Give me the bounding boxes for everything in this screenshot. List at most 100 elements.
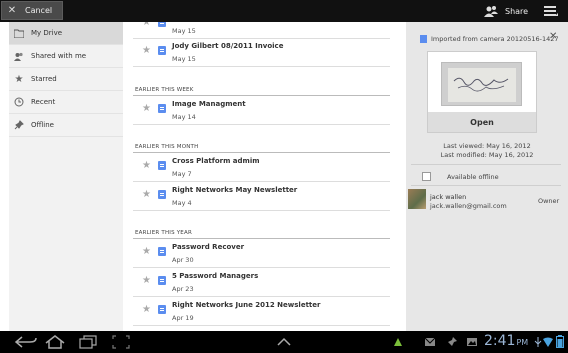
usb-icon — [534, 337, 542, 347]
file-title: Cross Platform admim — [172, 157, 260, 165]
action-bar: ✕ Cancel Share — [0, 0, 568, 22]
document-icon — [420, 35, 427, 43]
user-name: jack wallen — [430, 193, 467, 201]
star-icon[interactable]: ★ — [142, 22, 151, 28]
document-icon — [158, 46, 166, 55]
share-button[interactable]: Share — [484, 3, 528, 19]
list-item[interactable]: ★ Cross Platform admim May 7 — [133, 153, 390, 182]
file-date: May 14 — [172, 113, 196, 121]
list-item[interactable]: ★ Image Managment May 14 — [133, 96, 390, 125]
available-offline-toggle[interactable]: Available offline — [422, 172, 499, 181]
list-item[interactable]: ★ Right Networks June 2012 Newsletter Ap… — [133, 297, 390, 326]
chevron-up-icon[interactable] — [276, 337, 292, 347]
sidebar-item-label: Offline — [31, 121, 54, 129]
battery-icon — [556, 335, 564, 348]
list-item[interactable]: ★ 5 Password Managers Apr 23 — [133, 268, 390, 297]
star-icon[interactable]: ★ — [142, 46, 151, 56]
overflow-menu-icon[interactable] — [543, 3, 559, 19]
star-icon[interactable]: ★ — [142, 276, 151, 286]
avatar — [408, 189, 426, 209]
folder-icon — [14, 28, 24, 38]
thumbnail-image — [441, 62, 522, 106]
user-email: jack.wallen@gmail.com — [430, 202, 507, 210]
file-list: ★ May 15 ★ Jody Gilbert 08/2011 Invoice … — [133, 22, 390, 331]
file-date: May 15 — [172, 55, 196, 63]
clock: 2:41PM — [484, 333, 529, 349]
document-icon — [158, 22, 166, 27]
list-item[interactable]: ★ Right Networks May Newsletter May 4 — [133, 182, 390, 211]
cancel-button[interactable]: ✕ Cancel — [1, 1, 63, 20]
file-date: May 4 — [172, 199, 192, 207]
list-item[interactable]: ★ Password Recover Apr 30 — [133, 239, 390, 268]
sidebar-item-recent[interactable]: Recent — [9, 91, 123, 114]
notification-icon — [394, 338, 402, 346]
star-icon[interactable]: ★ — [142, 190, 151, 200]
sharing-user-row[interactable]: jack wallen jack.wallen@gmail.com Owner — [406, 187, 568, 213]
recent-apps-icon[interactable] — [78, 335, 98, 349]
file-date: Apr 30 — [172, 256, 194, 264]
share-label: Share — [505, 6, 529, 16]
star-icon: ★ — [14, 73, 24, 85]
offline-label: Available offline — [447, 172, 499, 181]
section-header: EARLIER THIS YEAR — [135, 230, 192, 236]
section-header: EARLIER THIS MONTH — [135, 144, 199, 150]
list-item[interactable]: ★ May 15 — [133, 22, 390, 39]
file-title: Right Networks May Newsletter — [172, 186, 298, 194]
sidebar-item-label: Shared with me — [31, 52, 87, 60]
screenshot-icon[interactable] — [112, 335, 130, 349]
star-icon[interactable]: ★ — [142, 247, 151, 257]
file-date: Apr 23 — [172, 285, 194, 293]
sidebar-item-label: My Drive — [31, 29, 63, 37]
document-icon — [158, 247, 166, 256]
document-icon — [158, 104, 166, 113]
pin-icon — [14, 120, 24, 130]
star-icon[interactable]: ★ — [142, 305, 151, 315]
user-role: Owner — [538, 197, 560, 205]
close-icon: ✕ — [7, 5, 17, 16]
document-icon — [158, 161, 166, 170]
mail-icon — [424, 337, 436, 346]
sidebar: My Drive Shared with me ★ Starred Recent… — [9, 22, 123, 331]
last-modified: Last modified: May 16, 2012 — [440, 151, 534, 159]
file-date: May 15 — [172, 27, 196, 35]
file-title: Image Managment — [172, 100, 246, 108]
details-panel: Imported from camera 20120516-1427 ✕ Ope… — [406, 22, 568, 331]
sidebar-item-my-drive[interactable]: My Drive — [9, 22, 123, 45]
home-icon[interactable] — [44, 335, 66, 349]
file-date: Apr 19 — [172, 314, 194, 322]
star-icon[interactable]: ★ — [142, 104, 151, 114]
file-title: Right Networks June 2012 Newsletter — [172, 301, 321, 309]
file-title: Jody Gilbert 08/2011 Invoice — [172, 42, 284, 50]
close-icon[interactable]: ✕ — [549, 31, 557, 42]
details-title: Imported from camera 20120516-1427 — [431, 35, 559, 43]
sidebar-item-starred[interactable]: ★ Starred — [9, 68, 123, 91]
sidebar-item-offline[interactable]: Offline — [9, 114, 123, 137]
people-icon — [14, 51, 24, 61]
file-title: Password Recover — [172, 243, 245, 251]
back-icon[interactable] — [14, 335, 38, 349]
section-header: EARLIER THIS WEEK — [135, 87, 194, 93]
wifi-icon — [543, 337, 553, 347]
document-icon — [158, 305, 166, 314]
file-preview[interactable]: Open — [427, 51, 537, 133]
open-button[interactable]: Open — [428, 112, 536, 132]
offline-checkbox[interactable] — [422, 172, 431, 181]
clock-icon — [14, 97, 24, 107]
divider — [411, 185, 561, 186]
sidebar-item-shared[interactable]: Shared with me — [9, 45, 123, 68]
pin-icon — [448, 337, 457, 346]
last-viewed: Last viewed: May 16, 2012 — [443, 142, 531, 150]
cancel-label: Cancel — [25, 6, 53, 15]
divider — [411, 164, 561, 165]
share-people-icon — [484, 6, 498, 17]
image-icon — [467, 338, 477, 346]
star-icon[interactable]: ★ — [142, 161, 151, 171]
sidebar-item-label: Recent — [31, 98, 56, 106]
system-bar: 2:41PM — [0, 331, 568, 353]
file-date: May 7 — [172, 170, 192, 178]
document-icon — [158, 190, 166, 199]
sidebar-item-label: Starred — [31, 75, 57, 83]
list-item[interactable]: ★ Jody Gilbert 08/2011 Invoice May 15 — [133, 38, 390, 67]
document-icon — [158, 276, 166, 285]
file-title: 5 Password Managers — [172, 272, 259, 280]
